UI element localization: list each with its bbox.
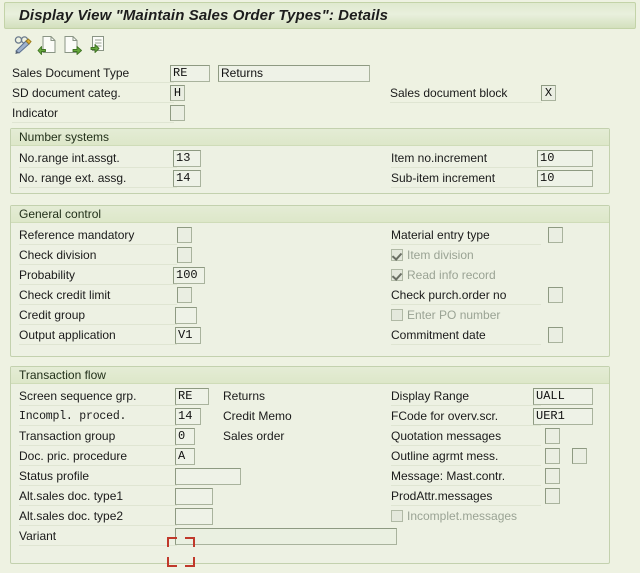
label-item-no-increment: Item no.increment [391, 150, 487, 167]
sales-document-type-description[interactable]: Returns [218, 65, 370, 82]
commitment-date-input[interactable] [548, 327, 563, 343]
group-transaction-flow: Transaction flow Screen sequence grp. RE… [10, 366, 610, 564]
item-no-increment-input[interactable]: 10 [537, 150, 593, 167]
incompl-proced-description: Credit Memo [223, 408, 292, 425]
group-general-control-header: General control [11, 206, 609, 223]
incomplet-messages-label: Incomplet.messages [407, 508, 517, 525]
check-division-input[interactable] [177, 247, 192, 263]
label-check-credit-limit: Check credit limit [19, 287, 110, 304]
reference-mandatory-input[interactable] [177, 227, 192, 243]
page-title: Display View "Maintain Sales Order Types… [19, 7, 388, 24]
label-check-purch-order-no: Check purch.order no [391, 287, 506, 304]
indicator-input[interactable] [170, 105, 185, 121]
label-reference-mandatory: Reference mandatory [19, 227, 134, 244]
label-no-range-ext-assg: No. range ext. assg. [19, 170, 126, 187]
screen-sequence-grp-input[interactable]: RE [175, 388, 209, 405]
status-profile-input[interactable] [175, 468, 241, 485]
transaction-group-input[interactable]: 0 [175, 428, 195, 445]
label-sales-document-block: Sales document block [390, 85, 507, 102]
label-sd-document-categ: SD document categ. [12, 85, 121, 102]
probability-input[interactable]: 100 [173, 267, 205, 284]
group-number-systems-header: Number systems [11, 129, 609, 146]
sd-document-categ-input[interactable]: H [170, 85, 185, 101]
outline-agrmt-mess-input-2[interactable] [572, 448, 587, 464]
enter-po-number-label: Enter PO number [407, 307, 500, 324]
label-status-profile: Status profile [19, 468, 89, 485]
label-indicator: Indicator [12, 105, 58, 122]
new-entries-icon[interactable] [37, 34, 59, 55]
label-check-division: Check division [19, 247, 96, 264]
no-range-int-assgt-input[interactable]: 13 [173, 150, 201, 167]
transaction-group-description: Sales order [223, 428, 284, 445]
label-fcode-for-overv-scr: FCode for overv.scr. [391, 408, 498, 425]
form-canvas: Sales Document Type RE Returns SD docume… [4, 60, 636, 571]
copy-as-icon[interactable] [61, 34, 83, 55]
sales-document-type-input[interactable]: RE [170, 65, 210, 82]
label-prodattr-messages: ProdAttr.messages [391, 488, 492, 505]
group-transaction-flow-title: Transaction flow [19, 367, 106, 383]
message-mast-contr-input[interactable] [545, 468, 560, 484]
outline-agrmt-mess-input[interactable] [545, 448, 560, 464]
label-probability: Probability [19, 267, 75, 284]
quotation-messages-input[interactable] [545, 428, 560, 444]
label-outline-agrmt-mess: Outline agrmt mess. [391, 448, 498, 465]
check-purch-order-no-input[interactable] [548, 287, 563, 303]
incomplet-messages-checkbox-box [391, 510, 403, 522]
sap-gui-screen: Display View "Maintain Sales Order Types… [0, 0, 640, 573]
alt-sales-doc-type2-input[interactable] [175, 508, 213, 525]
screen-sequence-grp-description: Returns [223, 388, 265, 405]
read-info-record-checkbox-box [391, 269, 403, 281]
label-variant: Variant [19, 528, 56, 545]
sales-document-block-input[interactable]: X [541, 85, 556, 101]
alt-sales-doc-type1-input[interactable] [175, 488, 213, 505]
label-alt-sales-doc-type2: Alt.sales doc. type2 [19, 508, 123, 525]
label-output-application: Output application [19, 327, 116, 344]
output-application-input[interactable]: V1 [175, 327, 201, 344]
label-sales-document-type: Sales Document Type [12, 65, 129, 82]
credit-group-input[interactable] [175, 307, 197, 324]
group-general-control-title: General control [19, 206, 101, 222]
doc-pric-procedure-input[interactable]: A [175, 448, 195, 465]
label-credit-group: Credit group [19, 307, 85, 324]
details-icon[interactable] [85, 34, 107, 55]
label-alt-sales-doc-type1: Alt.sales doc. type1 [19, 488, 123, 505]
label-message-mast-contr: Message: Mast.contr. [391, 468, 505, 485]
variant-input[interactable] [175, 528, 397, 545]
label-no-range-int-assgt: No.range int.assgt. [19, 150, 120, 167]
no-range-ext-assg-input[interactable]: 14 [173, 170, 201, 187]
material-entry-type-input[interactable] [548, 227, 563, 243]
label-transaction-group: Transaction group [19, 428, 115, 445]
label-doc-pric-procedure: Doc. pric. procedure [19, 448, 127, 465]
label-sub-item-increment: Sub-item increment [391, 170, 495, 187]
display-change-icon[interactable] [12, 34, 34, 55]
check-credit-limit-input[interactable] [177, 287, 192, 303]
prodattr-messages-input[interactable] [545, 488, 560, 504]
label-screen-sequence-grp: Screen sequence grp. [19, 388, 136, 405]
label-incompl-proced: Incompl. proced. [19, 408, 126, 425]
fcode-for-overv-scr-input[interactable]: UER1 [533, 408, 593, 425]
window-title-bar: Display View "Maintain Sales Order Types… [4, 2, 636, 29]
item-division-label: Item division [407, 247, 474, 264]
label-commitment-date: Commitment date [391, 327, 486, 344]
read-info-record-label: Read info record [407, 267, 496, 284]
enter-po-number-checkbox-box [391, 309, 403, 321]
sub-item-increment-input[interactable]: 10 [537, 170, 593, 187]
label-material-entry-type: Material entry type [391, 227, 490, 244]
group-general-control: General control Reference mandatory Chec… [10, 205, 610, 357]
group-number-systems: Number systems No.range int.assgt. 13 No… [10, 128, 610, 194]
group-number-systems-title: Number systems [19, 129, 109, 145]
group-transaction-flow-header: Transaction flow [11, 367, 609, 384]
item-division-checkbox-box [391, 249, 403, 261]
incompl-proced-input[interactable]: 14 [175, 408, 201, 425]
application-toolbar [4, 31, 636, 58]
label-quotation-messages: Quotation messages [391, 428, 501, 445]
label-display-range: Display Range [391, 388, 469, 405]
display-range-input[interactable]: UALL [533, 388, 593, 405]
